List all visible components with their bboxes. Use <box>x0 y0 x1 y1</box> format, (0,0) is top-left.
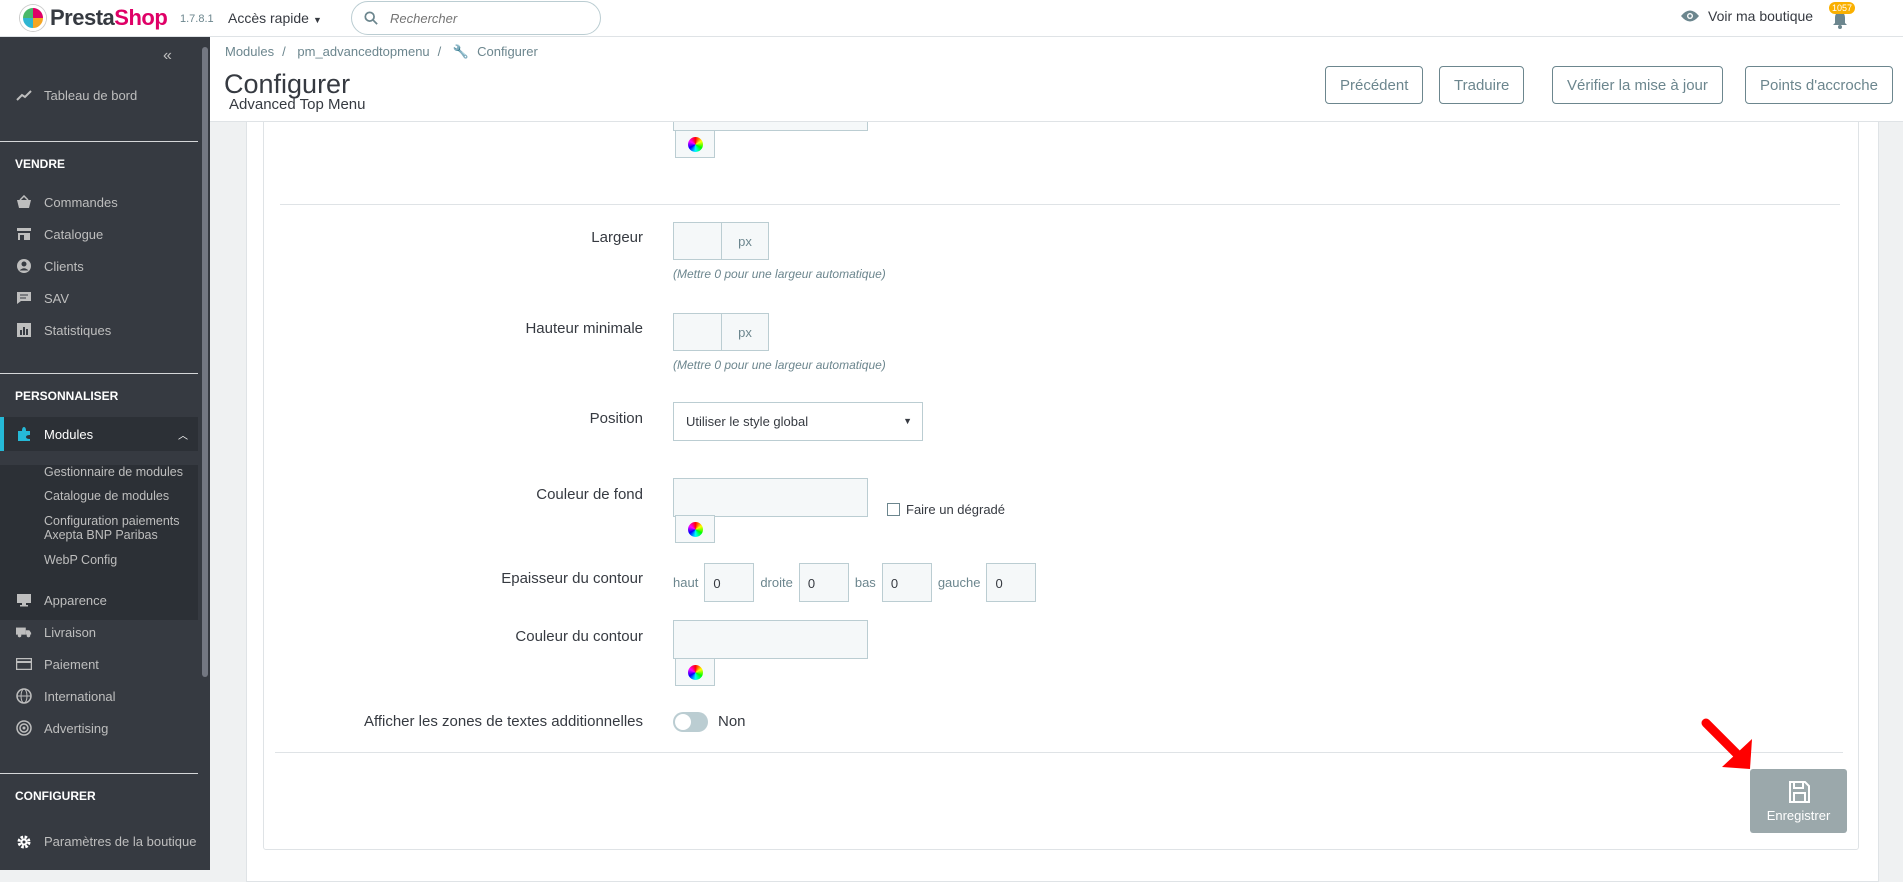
sidebar-item-support[interactable]: SAV <box>0 283 200 313</box>
floppy-disk-icon <box>1788 780 1810 803</box>
search-input[interactable] <box>390 9 590 27</box>
eye-icon <box>1681 10 1699 22</box>
border-top-input[interactable]: 0 <box>704 563 755 602</box>
search-icon <box>364 11 378 25</box>
sidebar-divider <box>0 773 198 774</box>
gradient-checkbox[interactable]: Faire un dégradé <box>887 502 1005 517</box>
prestashop-logo[interactable]: PrestaShop <box>20 5 168 31</box>
submenu-axepta-config[interactable]: Configuration paiements Axepta BNP Parib… <box>44 514 194 542</box>
globe-icon <box>16 688 32 704</box>
puzzle-icon <box>16 426 32 442</box>
view-shop-link[interactable]: Voir ma boutique <box>1680 8 1813 24</box>
sidebar-item-shop-parameters[interactable]: Paramètres de la boutique <box>0 825 200 859</box>
sidebar-item-appearance[interactable]: Apparence <box>0 585 200 615</box>
checkbox-box[interactable] <box>887 503 900 516</box>
caret-down-icon: ▼ <box>312 15 322 25</box>
credit-card-icon <box>16 656 32 672</box>
page-head: Modules / pm_advancedtopmenu / 🔧 Configurer… <box>210 37 1903 122</box>
sidebar-scrollbar[interactable] <box>200 37 210 870</box>
chevron-up-icon: ︿ <box>178 430 188 442</box>
width-input[interactable] <box>673 222 721 260</box>
sidebar-item-shipping[interactable]: Livraison <box>0 617 200 647</box>
notifications-badge: 1057 <box>1829 2 1856 14</box>
min-height-input-group: px <box>673 313 769 351</box>
search-box[interactable] <box>351 1 601 35</box>
previous-button[interactable]: Précédent <box>1325 66 1424 104</box>
width-unit: px <box>721 222 769 260</box>
breadcrumb-module[interactable]: pm_advancedtopmenu <box>297 44 429 59</box>
submenu-module-manager[interactable]: Gestionnaire de modules <box>44 465 194 479</box>
check-update-button[interactable]: Vérifier la mise à jour <box>1552 66 1723 104</box>
sidebar-divider <box>0 373 198 374</box>
basket-icon <box>16 194 32 210</box>
border-left-input[interactable]: 0 <box>986 563 1037 602</box>
bg-color-input[interactable] <box>673 478 868 517</box>
color-wheel-icon <box>687 136 703 152</box>
border-width-inputs: haut 0 droite 0 bas 0 gauche 0 <box>673 563 1042 602</box>
sidebar-scrollbar-thumb[interactable] <box>202 47 208 677</box>
width-input-group: px <box>673 222 769 260</box>
bar-chart-icon <box>16 322 32 338</box>
dropdown-arrow-icon: ▼ <box>903 416 912 426</box>
breadcrumb-current: 🔧 Configurer <box>452 44 538 59</box>
monitor-icon <box>16 592 32 608</box>
main-content <box>210 112 1903 882</box>
collapse-sidebar-icon[interactable]: « <box>163 47 172 65</box>
previous-color-picker[interactable] <box>675 130 715 158</box>
sidebar-item-modules[interactable]: Modules ︿ <box>0 417 198 451</box>
breadcrumb-modules[interactable]: Modules <box>225 44 274 59</box>
color-wheel-icon <box>687 521 703 537</box>
logo-text: PrestaShop <box>50 5 168 30</box>
version-label: 1.7.8.1 <box>180 13 214 25</box>
border-bottom-input[interactable]: 0 <box>881 563 932 602</box>
sidebar-heading-configure: CONFIGURER <box>15 789 96 803</box>
breadcrumb: Modules / pm_advancedtopmenu / 🔧 Configurer <box>225 44 554 60</box>
trending-up-icon <box>16 87 32 103</box>
min-height-unit: px <box>721 313 769 351</box>
truck-icon <box>16 624 32 640</box>
save-button[interactable]: Enregistrer <box>1750 769 1847 833</box>
sidebar-item-advertising[interactable]: Advertising <box>0 713 200 743</box>
sidebar-heading-customize: PERSONNALISER <box>15 389 119 403</box>
translate-button[interactable]: Traduire <box>1439 66 1525 104</box>
chat-icon <box>16 290 32 306</box>
sidebar-item-international[interactable]: International <box>0 681 200 711</box>
border-color-input[interactable] <box>673 620 868 659</box>
border-right-input[interactable]: 0 <box>798 563 849 602</box>
bg-color-picker[interactable] <box>675 515 715 543</box>
sidebar-item-stats[interactable]: Statistiques <box>0 315 200 345</box>
sidebar: « Tableau de bord VENDRE Commandes Catal… <box>0 37 210 870</box>
wrench-icon: 🔧 <box>452 44 470 59</box>
config-panel <box>263 112 1859 850</box>
submenu-webp-config[interactable]: WebP Config <box>44 553 194 567</box>
sidebar-item-dashboard[interactable]: Tableau de bord <box>0 80 200 110</box>
sidebar-divider <box>0 141 198 142</box>
top-header: PrestaShop 1.7.8.1 Accès rapide▼ Voir ma… <box>0 0 1903 37</box>
submenu-module-catalog[interactable]: Catalogue de modules <box>44 489 194 503</box>
sidebar-item-catalog[interactable]: Catalogue <box>0 219 200 249</box>
target-icon <box>16 720 32 736</box>
border-color-picker[interactable] <box>675 658 715 686</box>
prestashop-logo-icon <box>20 5 46 31</box>
user-circle-icon <box>16 258 32 274</box>
color-wheel-icon <box>687 664 703 680</box>
sidebar-item-customers[interactable]: Clients <box>0 251 200 281</box>
quick-access-menu[interactable]: Accès rapide ▼ <box>228 10 322 26</box>
min-height-input[interactable] <box>673 313 721 351</box>
store-icon <box>16 226 32 242</box>
sidebar-item-payment[interactable]: Paiement <box>0 649 200 679</box>
sidebar-heading-sell: VENDRE <box>15 157 66 171</box>
position-select[interactable]: Utiliser le style global ▼ <box>673 402 923 441</box>
toggle-knob <box>675 714 691 730</box>
sidebar-item-orders[interactable]: Commandes <box>0 187 200 217</box>
hooks-button[interactable]: Points d'accroche <box>1745 66 1893 104</box>
page-subtitle: Advanced Top Menu <box>229 96 366 113</box>
extra-text-toggle[interactable] <box>673 712 708 732</box>
gear-icon <box>16 834 32 850</box>
